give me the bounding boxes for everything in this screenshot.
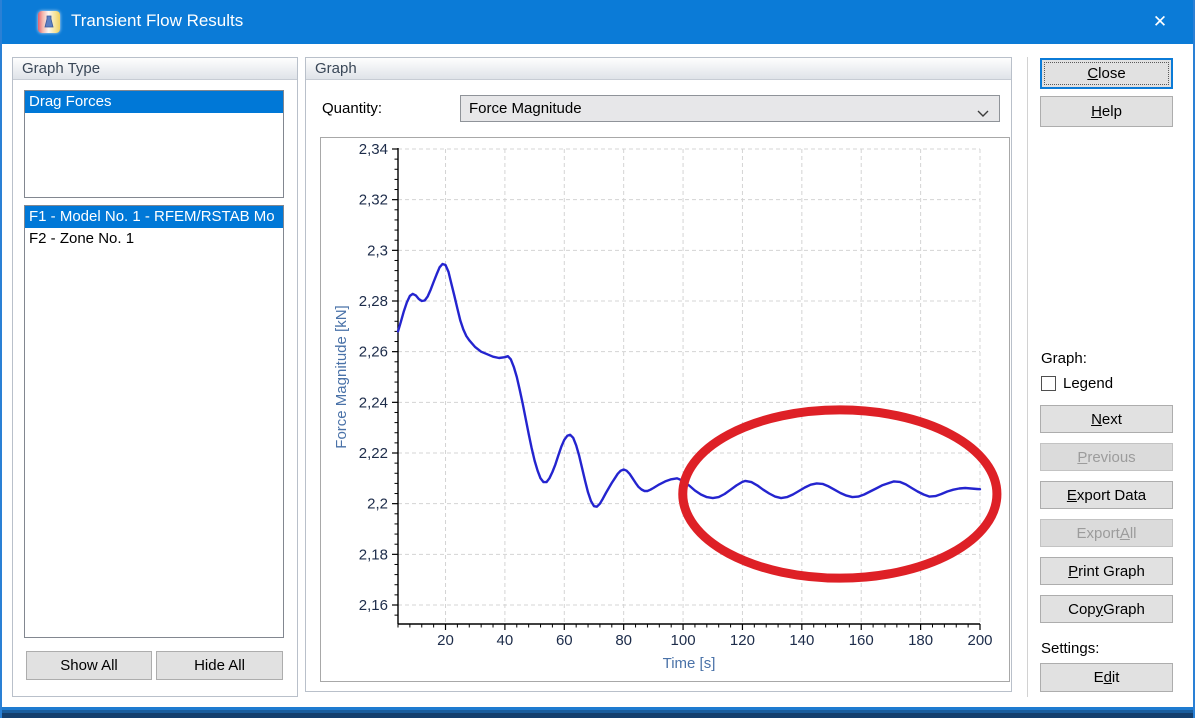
series-listbox[interactable]: F1 - Model No. 1 - RFEM/RSTAB Mo F2 - Zo… bbox=[24, 205, 284, 638]
y-tick-label: 2,18 bbox=[359, 546, 388, 563]
x-tick-label: 60 bbox=[556, 632, 573, 649]
flask-icon bbox=[43, 15, 55, 29]
graph-group-header: Graph bbox=[306, 58, 1011, 80]
list-item-f1[interactable]: F1 - Model No. 1 - RFEM/RSTAB Mo bbox=[25, 206, 283, 228]
chevron-down-icon bbox=[977, 105, 989, 122]
y-tick-label: 2,24 bbox=[359, 394, 388, 411]
x-tick-label: 160 bbox=[849, 632, 874, 649]
y-tick-label: 2,32 bbox=[359, 192, 388, 209]
vertical-separator bbox=[1027, 57, 1028, 697]
x-axis-title: Time [s] bbox=[663, 655, 716, 672]
list-item-f2[interactable]: F2 - Zone No. 1 bbox=[25, 228, 283, 250]
graph-section-label: Graph: bbox=[1041, 350, 1087, 367]
y-axis-title: Force Magnitude [kN] bbox=[333, 305, 350, 448]
list-item-drag-forces[interactable]: Drag Forces bbox=[25, 91, 283, 113]
y-tick-label: 2,22 bbox=[359, 445, 388, 462]
y-tick-label: 2,28 bbox=[359, 293, 388, 310]
close-button[interactable]: Close bbox=[1040, 58, 1173, 89]
legend-checkbox-row: Legend bbox=[1041, 375, 1113, 392]
x-tick-label: 40 bbox=[497, 632, 514, 649]
chart-container: 20 40 60 80 100 120 140 160 180 200 2,34 2,32 2,3 2,2… bbox=[320, 137, 1010, 682]
show-all-label: Show All bbox=[60, 657, 118, 674]
y-tick-label: 2,16 bbox=[359, 597, 388, 614]
copy-graph-button[interactable]: Copy Graph bbox=[1040, 595, 1173, 623]
title-bar: Transient Flow Results ✕ bbox=[2, 0, 1193, 44]
hide-all-label: Hide All bbox=[194, 657, 245, 674]
previous-button[interactable]: Previous bbox=[1040, 443, 1173, 471]
x-tick-label: 140 bbox=[789, 632, 814, 649]
next-button[interactable]: Next bbox=[1040, 405, 1173, 433]
export-data-button[interactable]: Export Data bbox=[1040, 481, 1173, 509]
y-tick-label: 2,2 bbox=[367, 496, 388, 513]
window-close-icon[interactable]: ✕ bbox=[1137, 0, 1183, 44]
hide-all-button[interactable]: Hide All bbox=[156, 651, 283, 680]
show-all-button[interactable]: Show All bbox=[26, 651, 152, 680]
dialog-window: Transient Flow Results ✕ Graph Type Drag… bbox=[0, 0, 1195, 718]
x-tick-label: 80 bbox=[615, 632, 632, 649]
y-tick-label: 2,26 bbox=[359, 344, 388, 361]
x-tick-label: 180 bbox=[908, 632, 933, 649]
legend-checkbox[interactable] bbox=[1041, 376, 1056, 391]
chart: 20 40 60 80 100 120 140 160 180 200 2,34 2,32 2,3 2,2… bbox=[321, 138, 1011, 683]
graph-type-header: Graph Type bbox=[13, 58, 297, 80]
help-button[interactable]: Help bbox=[1040, 96, 1173, 127]
x-tick-label: 200 bbox=[967, 632, 992, 649]
x-tick-label: 20 bbox=[437, 632, 454, 649]
quantity-dropdown[interactable]: Force Magnitude bbox=[460, 95, 1000, 122]
graph-type-listbox[interactable]: Drag Forces bbox=[24, 90, 284, 198]
y-tick-label: 2,34 bbox=[359, 141, 388, 158]
y-tick-label: 2,3 bbox=[367, 242, 388, 259]
edit-button[interactable]: Edit bbox=[1040, 663, 1173, 692]
print-graph-button[interactable]: Print Graph bbox=[1040, 557, 1173, 585]
x-tick-label: 100 bbox=[671, 632, 696, 649]
quantity-label: Quantity: bbox=[322, 100, 382, 117]
export-all-button[interactable]: Export All bbox=[1040, 519, 1173, 547]
legend-checkbox-label: Legend bbox=[1063, 375, 1113, 392]
app-icon bbox=[38, 11, 60, 33]
window-bottom-border bbox=[2, 707, 1193, 718]
quantity-value: Force Magnitude bbox=[469, 100, 582, 117]
x-tick-label: 120 bbox=[730, 632, 755, 649]
window-title: Transient Flow Results bbox=[71, 11, 243, 31]
settings-section-label: Settings: bbox=[1041, 640, 1099, 657]
